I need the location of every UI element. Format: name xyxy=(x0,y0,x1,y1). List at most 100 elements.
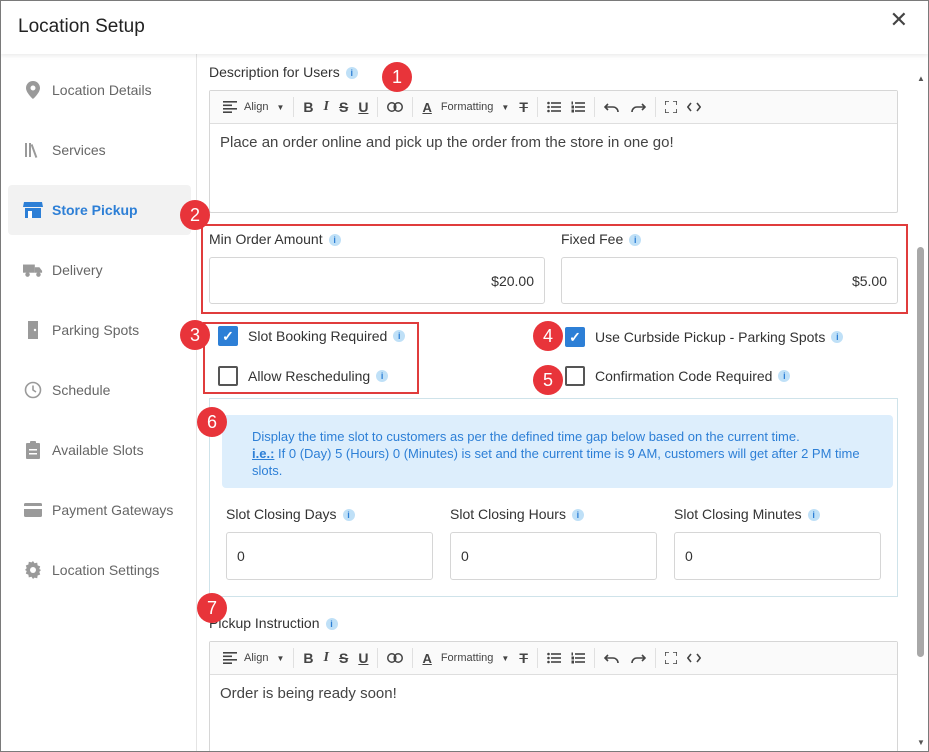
sidebar-item-delivery[interactable]: Delivery xyxy=(8,245,191,295)
pickup-instruction-label-text: Pickup Instruction xyxy=(209,615,320,631)
redo-icon[interactable] xyxy=(625,647,651,669)
confirmation-code-label: Confirmation Code Required xyxy=(595,368,773,384)
door-icon xyxy=(23,320,43,340)
sidebar-item-services[interactable]: Services xyxy=(8,125,191,175)
code-view-icon[interactable] xyxy=(682,96,706,118)
bold-icon[interactable]: B xyxy=(298,96,318,118)
code-view-icon[interactable] xyxy=(682,647,706,669)
align-dropdown[interactable]: Align ▼ xyxy=(218,96,289,118)
toolbar-divider xyxy=(654,648,656,668)
sidebar-item-location-details[interactable]: Location Details xyxy=(8,65,191,115)
curbside-pickup-checkbox[interactable]: ✓ Use Curbside Pickup - Parking Spots i xyxy=(565,327,844,347)
info-icon[interactable]: i xyxy=(393,330,406,342)
italic-icon[interactable]: I xyxy=(319,96,334,118)
strikethrough-icon[interactable]: S xyxy=(334,96,353,118)
italic-icon[interactable]: I xyxy=(319,647,334,669)
fullscreen-icon[interactable] xyxy=(660,647,682,669)
info-icon[interactable]: i xyxy=(376,370,389,382)
scroll-down-icon[interactable]: ▼ xyxy=(917,738,925,747)
min-order-label-text: Min Order Amount xyxy=(209,231,323,247)
confirmation-code-checkbox[interactable]: Confirmation Code Required i xyxy=(565,366,791,386)
slot-closing-days-label: Slot Closing Days i xyxy=(226,506,355,522)
slot-closing-hours-input[interactable]: 0 xyxy=(450,532,657,580)
sidebar-item-location-settings[interactable]: Location Settings xyxy=(8,545,191,595)
sidebar: Location Details Services Store Pickup D… xyxy=(1,54,197,751)
sidebar-item-label: Location Settings xyxy=(52,562,160,578)
pickup-instruction-content[interactable]: Order is being ready soon! xyxy=(210,675,897,712)
sidebar-item-label: Location Details xyxy=(52,82,152,98)
slot-notice: Display the time slot to customers as pe… xyxy=(222,415,893,488)
info-icon[interactable]: i xyxy=(629,234,642,247)
info-icon[interactable]: i xyxy=(807,509,820,522)
min-order-label: Min Order Amount i xyxy=(209,231,341,247)
slot-closing-minutes-label: Slot Closing Minutes i xyxy=(674,506,820,522)
formatting-dropdown[interactable]: A Formatting ▼ xyxy=(417,647,514,669)
info-icon[interactable]: i xyxy=(345,67,358,80)
slot-closing-days-label-text: Slot Closing Days xyxy=(226,506,337,522)
toolbar-divider xyxy=(593,648,595,668)
dialog-title: Location Setup xyxy=(18,16,145,37)
bullet-list-icon[interactable] xyxy=(542,96,566,118)
align-dropdown[interactable]: Align ▼ xyxy=(218,647,289,669)
sidebar-item-store-pickup[interactable]: Store Pickup xyxy=(8,185,191,235)
slot-closing-days-input[interactable]: 0 xyxy=(226,532,433,580)
formatting-label: Formatting xyxy=(440,652,494,664)
clear-format-icon[interactable]: T xyxy=(514,96,533,118)
link-icon[interactable] xyxy=(382,647,408,669)
sidebar-item-schedule[interactable]: Schedule xyxy=(8,365,191,415)
bold-icon[interactable]: B xyxy=(298,647,318,669)
fullscreen-icon[interactable] xyxy=(660,96,682,118)
allow-rescheduling-label: Allow Rescheduling xyxy=(248,368,371,384)
info-icon[interactable]: i xyxy=(571,509,584,522)
scrollbar[interactable]: ▲ ▼ xyxy=(914,54,928,751)
caret-down-icon: ▼ xyxy=(501,102,510,112)
bullet-list-icon[interactable] xyxy=(542,647,566,669)
underline-icon[interactable]: U xyxy=(353,647,373,669)
annotation-badge: 4 xyxy=(533,321,563,351)
editor-toolbar: Align ▼ B I S U A Formatting ▼ T xyxy=(210,642,897,675)
align-left-icon xyxy=(223,101,237,113)
sidebar-item-payment-gateways[interactable]: Payment Gateways xyxy=(8,485,191,535)
description-content[interactable]: Place an order online and pick up the or… xyxy=(210,124,897,161)
min-order-amount-input[interactable]: $20.00 xyxy=(209,257,545,304)
scrollbar-thumb[interactable] xyxy=(917,247,924,657)
formatting-dropdown[interactable]: A Formatting ▼ xyxy=(417,96,514,118)
annotation-badge: 5 xyxy=(533,365,563,395)
formatting-label: Formatting xyxy=(440,101,494,113)
scroll-up-icon[interactable]: ▲ xyxy=(917,74,925,83)
pickup-instruction-editor: Align ▼ B I S U A Formatting ▼ T Order i… xyxy=(209,641,898,751)
undo-icon[interactable] xyxy=(599,96,625,118)
allow-rescheduling-checkbox[interactable]: Allow Rescheduling i xyxy=(218,366,389,386)
clear-format-icon[interactable]: T xyxy=(514,647,533,669)
fixed-fee-input[interactable]: $5.00 xyxy=(561,257,898,304)
editor-toolbar: Align ▼ B I S U A Formatting ▼ T xyxy=(210,91,897,124)
info-icon[interactable]: i xyxy=(831,331,844,343)
caret-down-icon: ▼ xyxy=(276,653,285,663)
close-icon[interactable]: ✕ xyxy=(890,9,908,31)
sidebar-item-label: Available Slots xyxy=(52,442,144,458)
sidebar-item-available-slots[interactable]: Available Slots xyxy=(8,425,191,475)
undo-icon[interactable] xyxy=(599,647,625,669)
strikethrough-icon[interactable]: S xyxy=(334,647,353,669)
sidebar-item-parking-spots[interactable]: Parking Spots xyxy=(8,305,191,355)
underline-icon[interactable]: U xyxy=(353,96,373,118)
annotation-badge: 7 xyxy=(197,593,227,623)
delivery-truck-icon xyxy=(23,260,43,280)
info-icon[interactable]: i xyxy=(778,370,791,382)
link-icon[interactable] xyxy=(382,96,408,118)
slot-closing-minutes-input[interactable]: 0 xyxy=(674,532,881,580)
align-left-icon xyxy=(223,652,237,664)
info-icon[interactable]: i xyxy=(328,234,341,247)
slot-booking-checkbox[interactable]: ✓ Slot Booking Required i xyxy=(218,326,406,346)
sidebar-item-label: Payment Gateways xyxy=(52,502,174,518)
redo-icon[interactable] xyxy=(625,96,651,118)
info-icon[interactable]: i xyxy=(342,509,355,522)
slot-notice-example: If 0 (Day) 5 (Hours) 0 (Minutes) is set … xyxy=(252,446,860,478)
info-icon[interactable]: i xyxy=(325,618,338,631)
slot-closing-panel: Display the time slot to customers as pe… xyxy=(209,398,898,597)
numbered-list-icon[interactable] xyxy=(566,96,590,118)
toolbar-divider xyxy=(377,97,379,117)
numbered-list-icon[interactable] xyxy=(566,647,590,669)
toolbar-divider xyxy=(412,648,414,668)
toolbar-divider xyxy=(654,97,656,117)
